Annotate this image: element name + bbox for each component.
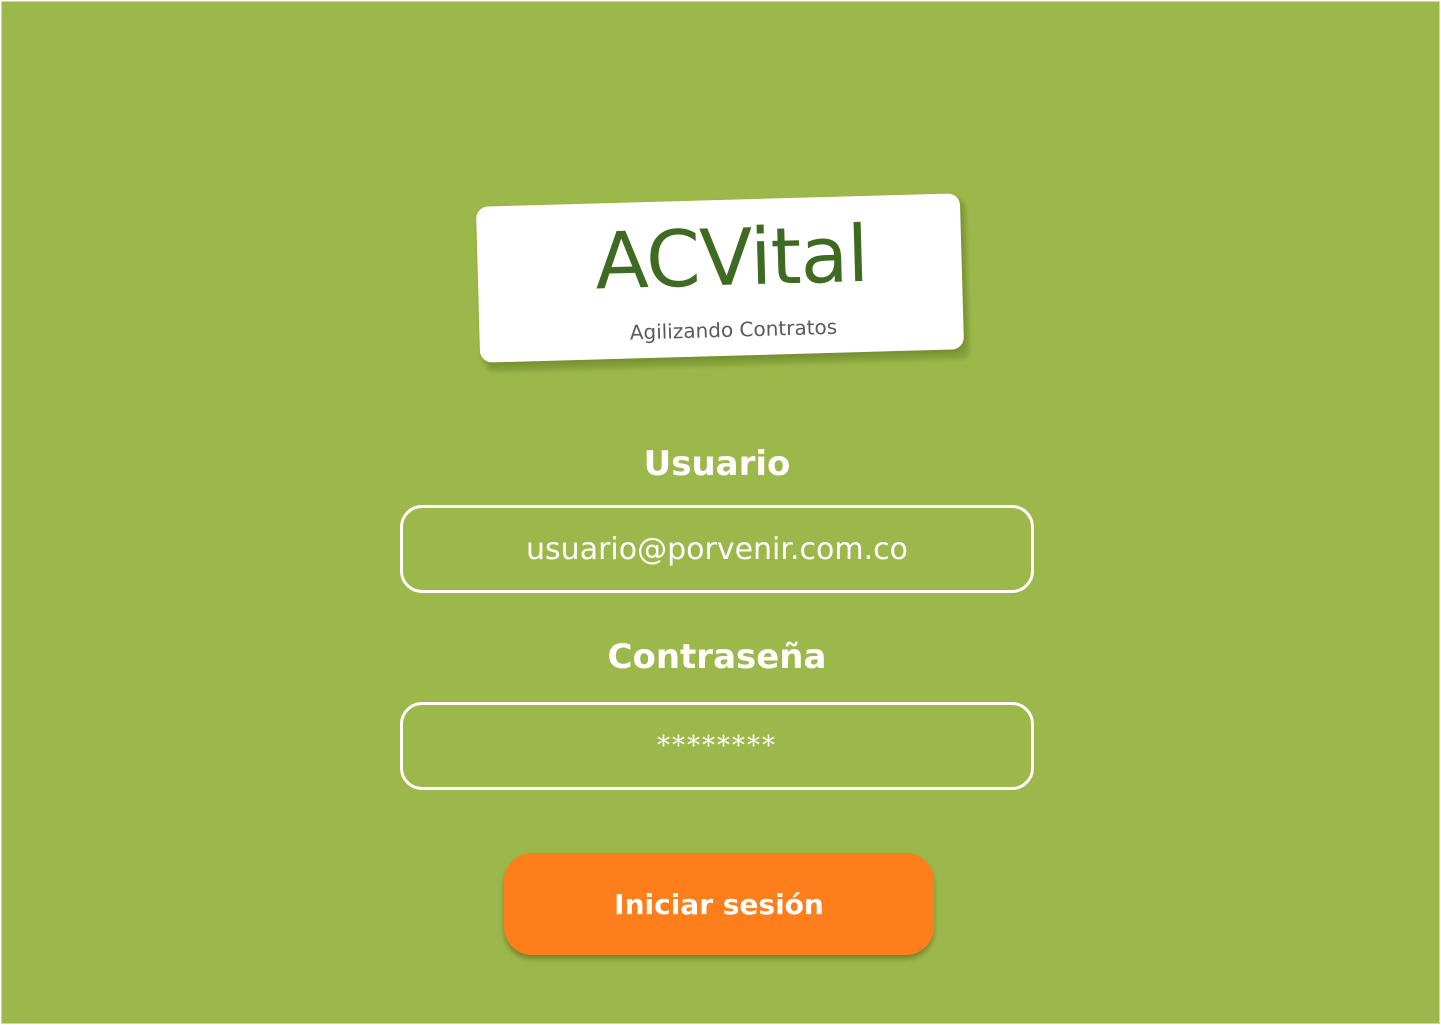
password-value: ********: [657, 731, 777, 761]
username-field[interactable]: usuario@porvenir.com.co: [400, 505, 1034, 593]
logo-card: ACVital Agilizando Contratos: [475, 193, 965, 363]
login-button[interactable]: Iniciar sesión: [504, 853, 934, 955]
username-value: usuario@porvenir.com.co: [526, 531, 908, 567]
username-label: Usuario: [643, 444, 791, 484]
logo-subtitle: Agilizando Contratos: [629, 314, 838, 345]
password-label: Contraseña: [607, 637, 827, 677]
login-button-label: Iniciar sesión: [614, 887, 824, 921]
login-screen: ACVital Agilizando Contratos Usuario usu…: [1, 1, 1440, 1024]
logo: ACVital Agilizando Contratos: [474, 193, 971, 373]
logo-title: ACVital: [593, 209, 870, 308]
password-field[interactable]: ********: [400, 702, 1034, 790]
